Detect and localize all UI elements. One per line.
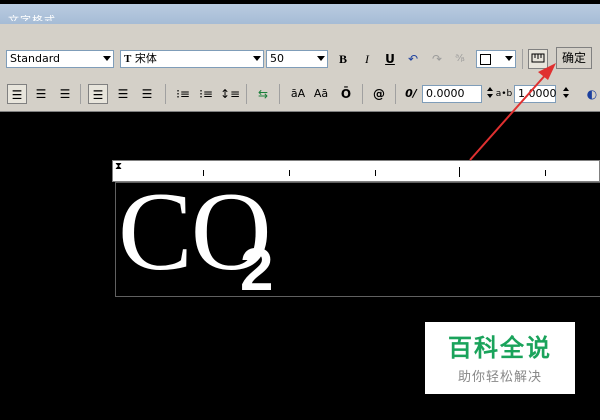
watermark-subtitle: 助你轻松解决 [457, 370, 542, 385]
watermark-logo: 百科全说 助你轻松解决 [425, 322, 575, 394]
watermark-title: 百科全说 [448, 334, 552, 362]
